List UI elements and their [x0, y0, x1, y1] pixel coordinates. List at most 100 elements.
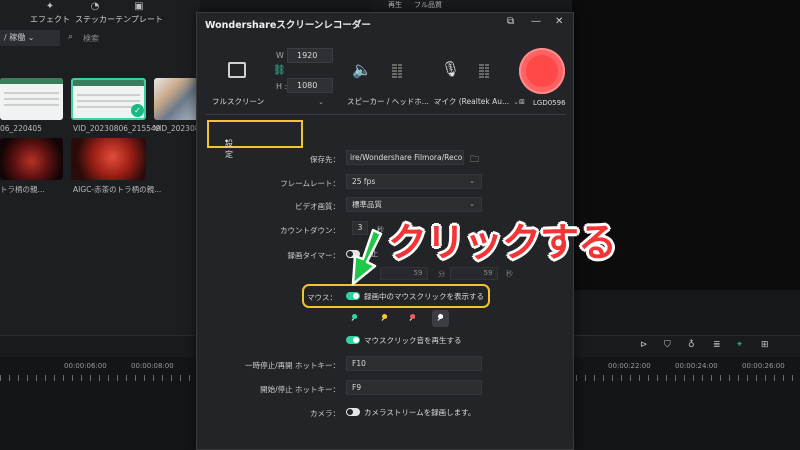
link-icon[interactable]: ⛓	[273, 65, 286, 76]
frame-rate-select[interactable]: 25 fps ⌄	[346, 174, 482, 189]
width-input[interactable]: 1920	[287, 48, 333, 63]
timer-minutes-field[interactable]: 59	[380, 267, 428, 280]
camera-toggle-text: カメラストリームを録画します。	[364, 408, 476, 417]
folder-icon[interactable]: 🗀	[470, 152, 479, 168]
sheet-row	[4, 92, 59, 94]
timer-seconds-value: 59	[483, 269, 493, 277]
template-tool[interactable]: ▣ テンプレート	[114, 0, 164, 28]
ruler-label: 00:00:24:00	[675, 362, 718, 370]
height-input[interactable]: 1080	[287, 78, 333, 93]
quality-value: 標準品質	[352, 200, 382, 209]
microphone-select[interactable]: マイク (Realtek Au... ⌄	[434, 96, 519, 110]
sticker-icon: ◔	[90, 1, 100, 12]
click-annotation: クリックする	[388, 221, 617, 266]
ruler-label: 00:00:06:00	[64, 362, 107, 370]
speaker-select[interactable]: スピーカー / ヘッドホ... ⌄	[347, 96, 439, 110]
effects-label: エフェクト	[30, 15, 70, 24]
media-thumb-label: AIGC-赤茶のトラ柄の親...	[73, 185, 162, 194]
frame-rate-label: フレームレート：	[280, 179, 340, 188]
mouse-click-sound-text: マウスクリック音を再生する	[364, 336, 462, 345]
screen-mode-value: フルスクリーン	[212, 97, 265, 106]
timer-seconds-unit: 秒	[506, 270, 513, 278]
restore-icon[interactable]: ⧉	[507, 16, 514, 27]
pause-hotkey-label: 一時停止/再開 ホットキー：	[245, 361, 340, 370]
search-icon[interactable]: ⌕	[68, 32, 73, 42]
frame-rate-value: 25 fps	[352, 177, 376, 186]
quality-select[interactable]: 標準品質 ⌄	[346, 197, 482, 212]
sticker-tool[interactable]: ◔ ステッカー	[70, 0, 120, 28]
sheet-header	[73, 80, 144, 86]
media-thumb[interactable]	[0, 138, 63, 180]
preview-header	[372, 0, 572, 12]
show-mouse-clicks-text: 録画中のマウスクリックを表示する	[364, 292, 484, 301]
cursor-dot-icon	[438, 314, 443, 319]
cursor-dot-icon	[352, 314, 357, 319]
sheet-row	[4, 98, 59, 100]
media-thumb-label: トラ柄の親...	[0, 185, 45, 194]
editor-toolbar: ✦ エフェクト ◔ ステッカー ▣ テンプレート	[0, 0, 200, 28]
timer-minutes-value: 59	[413, 269, 423, 277]
mouse-label: マウス：	[307, 293, 337, 302]
timer-minutes-unit: 分	[438, 270, 445, 278]
sheet-row	[77, 94, 140, 96]
preview-play-label[interactable]: 再生	[388, 0, 402, 10]
mouse-click-sound-toggle[interactable]	[346, 336, 360, 344]
settings-header[interactable]: ▾ 設定	[207, 120, 303, 159]
media-thumb-label: 06_220405	[0, 124, 42, 133]
record-timer-label: 録画タイマー：	[287, 251, 341, 260]
settings-title: 設定	[225, 139, 233, 159]
camera-device-label: LGD0596	[533, 99, 566, 107]
start-hotkey-input[interactable]: F9	[346, 380, 482, 395]
mic-icon[interactable]: ♁	[688, 340, 695, 350]
start-hotkey-label: 開始/停止 ホットキー：	[260, 385, 340, 394]
sheet-row	[4, 104, 59, 106]
shield-icon[interactable]: ⛉	[664, 340, 671, 350]
tracks-icon[interactable]: ≣	[713, 340, 721, 350]
media-thumb[interactable]	[71, 138, 146, 180]
ruler-label: 00:00:22:00	[608, 362, 651, 370]
media-filter-select[interactable]: / 稼働 ⌄	[0, 30, 60, 46]
mic-level-meter	[479, 64, 489, 78]
chevron-down-icon: ⌄	[318, 98, 324, 106]
screen-area-icon[interactable]	[228, 62, 246, 78]
close-icon[interactable]: ✕	[555, 16, 563, 27]
sheet-row	[77, 100, 140, 102]
dialog-title: Wondershareスクリーンレコーダー	[205, 20, 371, 31]
monitor-icon[interactable]: ⧈	[519, 97, 525, 107]
sticker-label: ステッカー	[75, 15, 115, 24]
effects-tool[interactable]: ✦ エフェクト	[25, 0, 75, 28]
record-icon	[526, 55, 558, 87]
media-thumb[interactable]	[0, 78, 63, 120]
save-to-label: 保存先：	[310, 155, 340, 164]
screen-mode-select[interactable]: フルスクリーン ⌄	[212, 96, 324, 110]
effects-icon: ✦	[45, 1, 55, 12]
media-thumb-label: VID_20230806_215549	[73, 124, 161, 133]
cursor-dot-icon	[410, 314, 415, 319]
sheet-header	[0, 78, 63, 84]
quality-label: ビデオ画質：	[295, 202, 340, 211]
save-path-field[interactable]: ire/Wondershare Filmora/Recorded	[346, 150, 464, 165]
timer-seconds-field[interactable]: 59	[450, 267, 498, 280]
chevron-down-icon: ⌄	[469, 177, 475, 185]
screen: ✦ エフェクト ◔ ステッカー ▣ テンプレート / 稼働 ⌄ ⌕ 検索 06_…	[0, 0, 800, 450]
show-mouse-clicks-toggle[interactable]	[346, 292, 360, 300]
media-search-input[interactable]: 検索	[83, 33, 99, 44]
preview-quality-select[interactable]: フル品質	[414, 0, 442, 10]
camera-toggle[interactable]	[346, 408, 360, 416]
check-icon: ✓	[131, 104, 144, 117]
snap-icon[interactable]: ⌖	[737, 340, 742, 350]
play-circle-icon[interactable]: ⊳	[640, 340, 648, 350]
media-thumb[interactable]	[154, 78, 198, 120]
ruler-label: 00:00:08:00	[131, 362, 174, 370]
template-icon: ▣	[134, 1, 144, 12]
speaker-level-meter	[392, 64, 402, 78]
minimize-icon[interactable]: —	[531, 16, 541, 27]
speaker-icon[interactable]: 🔈	[352, 60, 372, 79]
speaker-device-value: スピーカー / ヘッドホ...	[347, 97, 429, 106]
fit-icon[interactable]: ⊞	[761, 340, 769, 350]
pause-hotkey-input[interactable]: F10	[346, 356, 482, 371]
ruler-label: 00:00:26:00	[742, 362, 785, 370]
microphone-icon[interactable]: 🎙	[441, 60, 460, 78]
countdown-label: カウントダウン：	[280, 226, 340, 235]
media-filter-label: / 稼働	[4, 33, 26, 42]
